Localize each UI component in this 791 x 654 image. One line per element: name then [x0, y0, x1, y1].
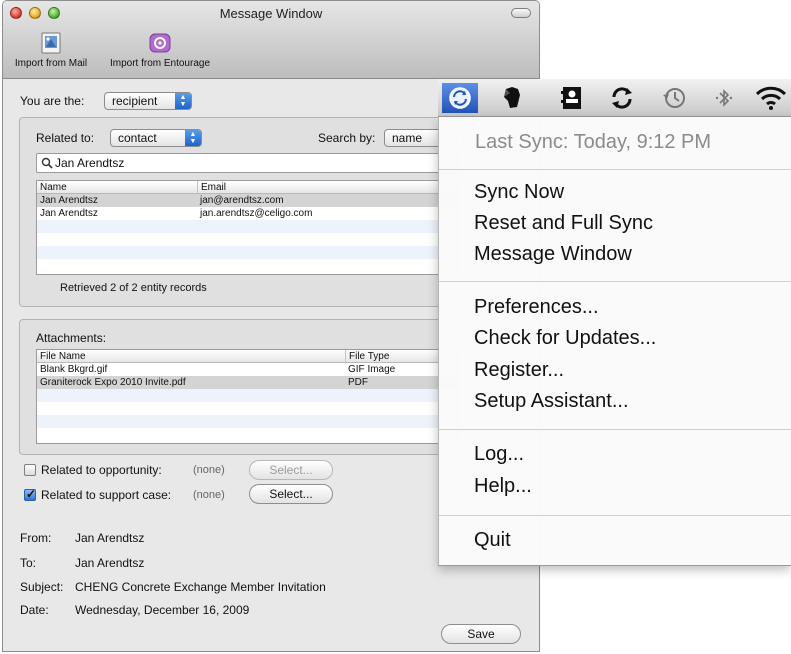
related-to-value: contact [118, 131, 157, 145]
from-value: Jan Arendtsz [75, 531, 145, 545]
sync-dropdown-menu: Last Sync: Today, 9:12 PM Sync Now Reset… [438, 117, 791, 566]
refresh-menu-extra[interactable] [606, 83, 638, 113]
search-input[interactable]: Jan Arendtsz [36, 153, 458, 173]
select-opportunity-button[interactable]: Select... [249, 460, 333, 480]
last-sync-status: Last Sync: Today, 9:12 PM [475, 131, 712, 153]
row-email: jan@arendtsz.com [200, 195, 284, 206]
opportunity-checkbox[interactable] [24, 464, 36, 476]
mail-stamp-icon [41, 32, 61, 54]
table-row[interactable]: Jan Arendtsz jan.arendtsz@celigo.com [37, 207, 457, 220]
related-to-popup[interactable]: contact ▲ ▼ [110, 129, 202, 147]
menu-item-register[interactable]: Register... [474, 359, 564, 382]
menu-separator [439, 169, 791, 170]
row-file-type: GIF Image [348, 364, 396, 375]
menu-item-preferences[interactable]: Preferences... [474, 296, 599, 319]
date-value: Wednesday, December 16, 2009 [75, 603, 250, 617]
evernote-icon [504, 87, 520, 108]
support-case-value: (none) [193, 489, 225, 501]
title-bar[interactable]: Message Window Import from Mail Import f… [3, 1, 539, 79]
attachments-group: Attachments: File Name File Type Blank B… [19, 319, 459, 455]
row-name: Jan Arendtsz [40, 195, 98, 206]
opportunity-label: Related to opportunity: [41, 463, 162, 477]
role-value: recipient [112, 94, 158, 108]
menu-item-quit[interactable]: Quit [474, 529, 511, 552]
entourage-icon [149, 33, 171, 53]
evernote-menu-extra[interactable] [496, 83, 528, 113]
sync-menu-extra[interactable] [442, 83, 478, 113]
table-row[interactable]: Graniterock Expo 2010 Invite.pdf PDF [37, 376, 457, 389]
column-header-email[interactable]: Email [197, 181, 457, 194]
time-machine-menu-extra[interactable] [658, 83, 690, 113]
column-header-file-name[interactable]: File Name [37, 350, 345, 363]
row-name: Jan Arendtsz [40, 208, 98, 219]
entity-table[interactable]: Name Email Jan Arendtsz jan@arendtsz.com… [36, 180, 458, 275]
import-from-mail-button[interactable]: Import from Mail [8, 31, 94, 69]
search-by-label: Search by: [318, 131, 376, 145]
table-header: Name Email [37, 181, 457, 194]
menu-item-message-window[interactable]: Message Window [474, 243, 632, 266]
refresh-icon [612, 87, 632, 109]
menu-item-check-updates[interactable]: Check for Updates... [474, 327, 656, 350]
table-header: File Name File Type [37, 350, 457, 363]
to-value: Jan Arendtsz [75, 556, 145, 570]
role-popup[interactable]: recipient ▲ ▼ [104, 92, 192, 110]
contact-menu-extra[interactable] [556, 83, 588, 113]
menu-bar [438, 79, 791, 117]
popup-arrows-icon: ▲ ▼ [185, 130, 201, 146]
import-from-mail-label: Import from Mail [14, 58, 88, 69]
bluetooth-icon [715, 89, 733, 107]
menu-separator [439, 429, 791, 430]
subject-value: CHENG Concrete Exchange Member Invitatio… [75, 580, 326, 594]
menu-item-help[interactable]: Help... [474, 475, 532, 498]
row-email: jan.arendtsz@celigo.com [200, 208, 313, 219]
sync-icon [449, 87, 471, 109]
popup-arrows-icon: ▲ ▼ [175, 93, 191, 109]
time-machine-icon [663, 88, 685, 108]
menu-item-setup-assistant[interactable]: Setup Assistant... [474, 390, 629, 413]
empty-row [37, 233, 457, 246]
search-text: Jan Arendtsz [55, 156, 125, 170]
row-file-name: Graniterock Expo 2010 Invite.pdf [40, 377, 186, 388]
subject-label: Subject: [20, 580, 64, 594]
opportunity-value: (none) [193, 464, 225, 476]
empty-row [37, 220, 457, 233]
related-group: Related to: contact ▲ ▼ Search by: name J… [19, 117, 464, 307]
row-file-name: Blank Bkgrd.gif [40, 364, 108, 375]
empty-row [37, 246, 457, 259]
records-status: Retrieved 2 of 2 entity records [60, 282, 207, 294]
row-file-type: PDF [348, 377, 368, 388]
related-to-label: Related to: [36, 131, 95, 145]
window-title: Message Window [219, 6, 323, 21]
table-row[interactable]: Blank Bkgrd.gif GIF Image [37, 363, 457, 376]
date-label: Date: [20, 603, 49, 617]
menu-item-sync-now[interactable]: Sync Now [474, 181, 564, 204]
toolbar-toggle-button[interactable] [511, 8, 531, 18]
role-label: You are the: [20, 94, 85, 108]
select-support-case-button[interactable]: Select... [249, 484, 333, 504]
import-from-entourage-label: Import from Entourage [109, 58, 211, 69]
column-header-name[interactable]: Name [37, 181, 197, 194]
attachments-label: Attachments: [36, 331, 107, 345]
search-by-value: name [392, 131, 423, 145]
support-case-label: Related to support case: [41, 488, 172, 502]
table-row[interactable]: Jan Arendtsz jan@arendtsz.com [37, 194, 457, 207]
menu-item-log[interactable]: Log... [474, 443, 524, 466]
from-label: From: [20, 531, 52, 545]
wifi-icon [755, 86, 787, 110]
empty-row [37, 415, 457, 428]
import-from-entourage-button[interactable]: Import from Entourage [98, 31, 222, 69]
search-icon [41, 157, 53, 169]
menu-item-reset-full-sync[interactable]: Reset and Full Sync [474, 212, 653, 235]
empty-row [37, 402, 457, 415]
contact-icon [561, 87, 581, 109]
menu-separator [439, 515, 791, 516]
menu-separator [439, 281, 791, 282]
wifi-menu-extra[interactable] [754, 83, 787, 113]
save-button[interactable]: Save [441, 624, 521, 644]
bluetooth-menu-extra[interactable] [708, 83, 740, 113]
empty-row [37, 389, 457, 402]
attachments-table[interactable]: File Name File Type Blank Bkgrd.gif GIF … [36, 349, 458, 444]
support-case-checkbox[interactable] [24, 487, 36, 501]
to-label: To: [20, 556, 37, 570]
